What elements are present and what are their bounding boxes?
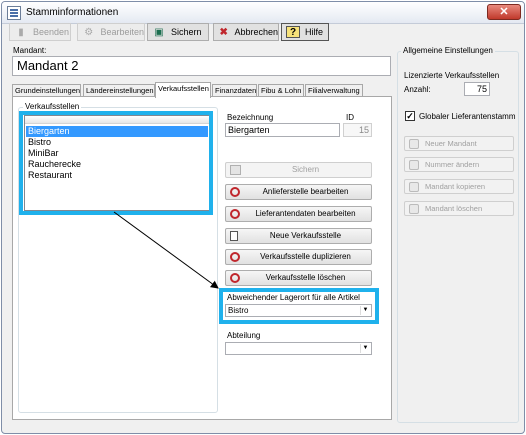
global-lieferantenstamm-checkbox[interactable]: ✓ <box>405 111 415 121</box>
sichern-button[interactable]: ▣ Sichern <box>147 23 209 41</box>
loeschen-button[interactable]: Verkaufsstelle löschen <box>225 270 372 286</box>
duplizieren-button[interactable]: Verkaufsstelle duplizieren <box>225 249 372 265</box>
bearbeiten-button[interactable]: ⚙ Bearbeiten <box>77 23 145 41</box>
anlieferstelle-label: Anlieferstelle bearbeiten <box>262 187 349 196</box>
tab-verkaufsstellen[interactable]: Verkaufsstellen <box>155 82 211 98</box>
cancel-x-icon: ✖ <box>219 26 228 38</box>
loeschen-label: Verkaufsstelle löschen <box>265 273 346 282</box>
delete-icon <box>409 203 419 214</box>
bearbeiten-label: Bearbeiten <box>100 27 144 37</box>
bezeichnung-label: Bezeichnung <box>227 113 274 122</box>
list-item[interactable]: Restaurant <box>26 170 208 181</box>
mandant-kopieren-label: Mandant kopieren <box>425 182 486 191</box>
save-icon <box>230 165 241 175</box>
beenden-button[interactable]: ▮ Beenden <box>9 23 71 41</box>
gear-icon: ⚙ <box>84 26 94 38</box>
lagerort-select[interactable]: Bistro ▼ <box>225 304 372 317</box>
title-bar: Stamminformationen ✕ <box>2 2 524 24</box>
app-icon <box>7 6 21 20</box>
toolbar: ▮ Beenden ⚙ Bearbeiten ▣ Sichern ✖ Abbre… <box>6 23 518 41</box>
chevron-down-icon: ▼ <box>360 344 370 353</box>
id-label: ID <box>346 113 354 122</box>
neuer-mandant-label: Neuer Mandant <box>425 139 477 148</box>
edit-ring-icon <box>230 209 240 219</box>
save-icon: ▣ <box>154 26 164 38</box>
lagerort-value: Bistro <box>228 306 249 315</box>
lieferantendaten-button[interactable]: Lieferantendaten bearbeiten <box>225 206 372 222</box>
neue-label: Neue Verkaufsstelle <box>269 231 342 240</box>
allgemeine-einstellungen-title: Allgemeine Einstellungen <box>401 46 495 55</box>
sichern-action-label: Sichern <box>291 165 320 174</box>
mandant-kopieren-button[interactable]: Mandant kopieren <box>404 179 514 194</box>
sichern-label: Sichern <box>171 27 202 37</box>
global-lieferantenstamm-label: Globaler Lieferantenstamm <box>419 112 516 121</box>
nummer-aendern-button[interactable]: Nummer ändern <box>404 157 514 172</box>
mandant-label: Mandant: <box>13 46 47 55</box>
lizenz-label: Lizenzierte Verkaufsstellen <box>404 71 500 80</box>
duplicate-icon <box>230 252 240 262</box>
door-icon: ▮ <box>18 26 24 38</box>
verkaufsstellen-list[interactable]: Biergarten Bistro MiniBar Raucherecke Re… <box>24 115 210 211</box>
allgemeine-einstellungen-group <box>397 51 519 423</box>
anlieferstelle-button[interactable]: Anlieferstelle bearbeiten <box>225 184 372 200</box>
nummer-aendern-label: Nummer ändern <box>425 160 480 169</box>
abteilung-select[interactable]: ▼ <box>225 342 372 355</box>
mandant-loeschen-button[interactable]: Mandant löschen <box>404 201 514 216</box>
help-icon: ? <box>286 26 300 38</box>
mandant-field[interactable]: Mandant 2 <box>12 56 391 76</box>
neue-verkaufsstelle-button[interactable]: Neue Verkaufsstelle <box>225 228 372 244</box>
list-item[interactable]: MiniBar <box>26 148 208 159</box>
edit-ring-icon <box>230 187 240 197</box>
mandant-loeschen-label: Mandant löschen <box>425 204 483 213</box>
list-item[interactable]: Biergarten <box>26 126 208 137</box>
id-field: 15 <box>343 123 372 137</box>
new-mandant-icon <box>409 138 419 149</box>
lieferantendaten-label: Lieferantendaten bearbeiten <box>255 209 356 218</box>
hilfe-label: Hilfe <box>305 27 324 37</box>
list-item[interactable]: Bistro <box>26 137 208 148</box>
close-button[interactable]: ✕ <box>487 4 521 20</box>
sichern-verkaufsstelle-button[interactable]: Sichern <box>225 162 372 178</box>
chevron-down-icon: ▼ <box>360 306 370 315</box>
verkaufsstellen-group-title: Verkaufsstellen <box>23 102 82 111</box>
neuer-mandant-button[interactable]: Neuer Mandant <box>404 136 514 151</box>
new-document-icon <box>230 231 238 241</box>
copy-icon <box>409 181 419 192</box>
hilfe-button[interactable]: ? Hilfe <box>281 23 329 41</box>
window-title: Stamminformationen <box>26 7 119 18</box>
tab-bar: Grundeinstellungen Ländereinstellungen V… <box>12 82 392 98</box>
bezeichnung-input[interactable]: Biergarten <box>225 123 340 137</box>
anzahl-label: Anzahl: <box>404 85 431 94</box>
list-column-header <box>25 116 209 124</box>
lagerort-label: Abweichender Lagerort für alle Artikel <box>227 293 360 302</box>
abbrechen-button[interactable]: ✖ Abbrechen <box>213 23 279 41</box>
anzahl-field: 75 <box>464 82 490 96</box>
duplizieren-label: Verkaufsstelle duplizieren <box>260 252 351 261</box>
abbrechen-label: Abbrechen <box>234 27 278 37</box>
delete-icon <box>230 273 240 283</box>
beenden-label: Beenden <box>33 27 70 37</box>
gear-icon <box>409 159 419 170</box>
abteilung-label: Abteilung <box>227 331 261 340</box>
list-item[interactable]: Raucherecke <box>26 159 208 170</box>
